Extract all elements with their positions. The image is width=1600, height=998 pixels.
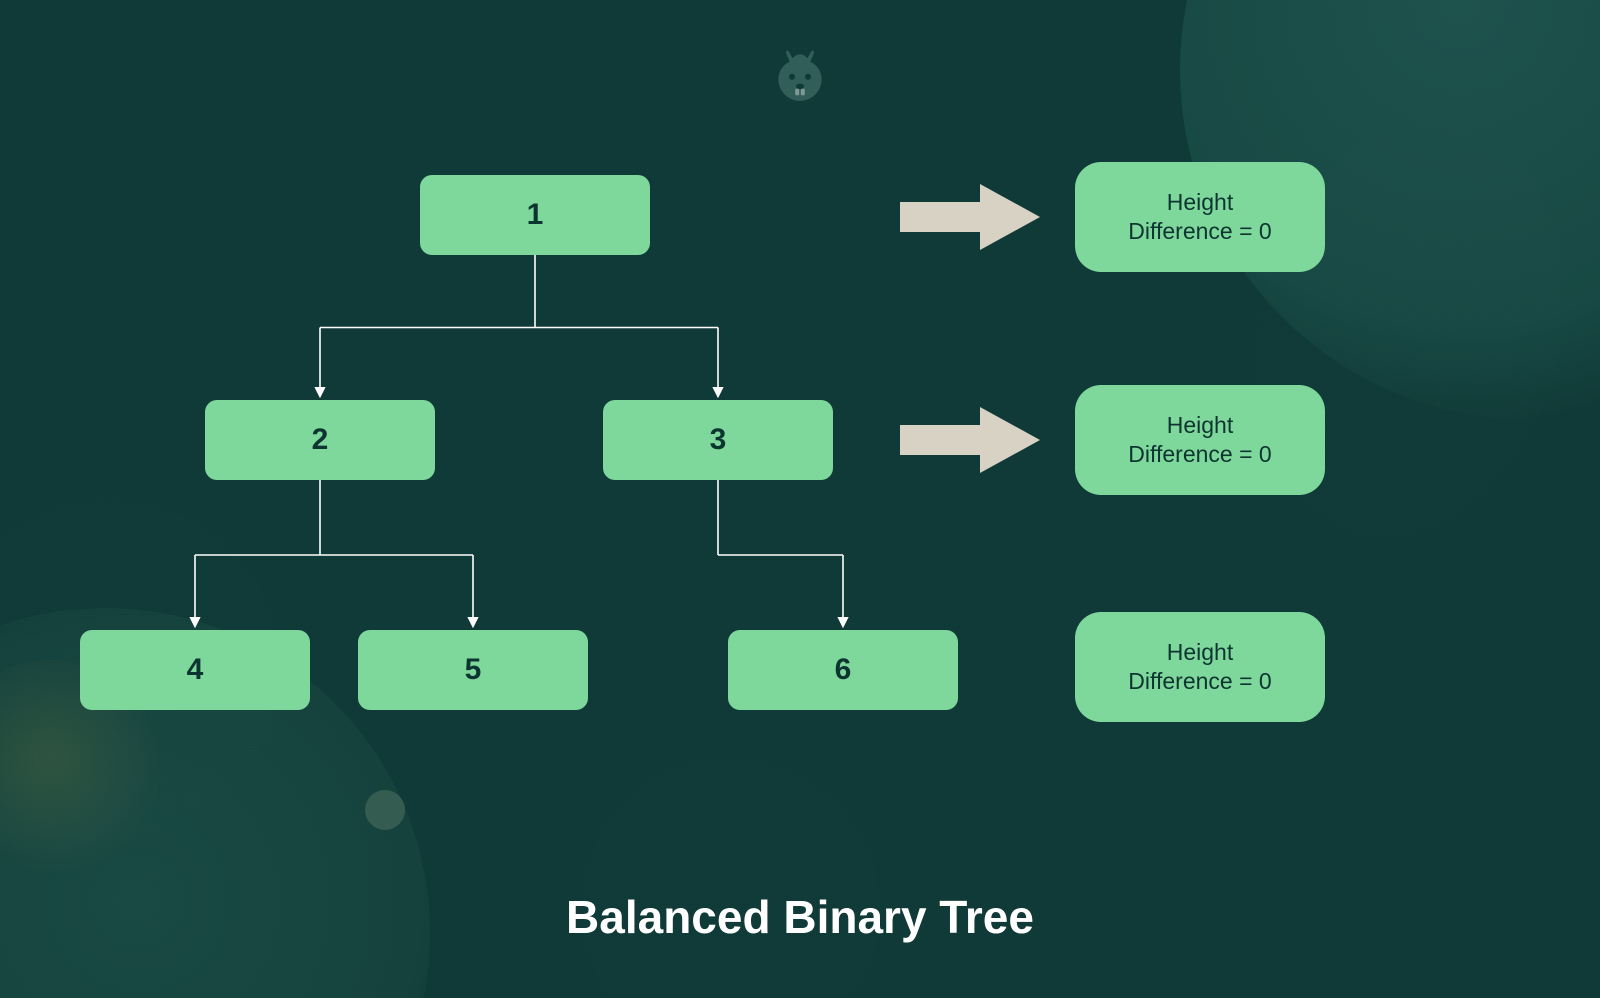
tree-node-3: 3	[603, 400, 833, 480]
tree-node-5: 5	[358, 630, 588, 710]
tree-node-label: 6	[835, 653, 852, 687]
height-diff-value: Difference = 0	[1128, 440, 1271, 469]
diagram-canvas: Balanced Binary Tree 123456HeightDiffere…	[0, 0, 1600, 998]
tree-node-label: 3	[710, 423, 727, 457]
height-diff-label: Height	[1167, 638, 1233, 667]
tree-node-1: 1	[420, 175, 650, 255]
tree-node-label: 2	[312, 423, 329, 457]
tree-node-label: 5	[465, 653, 482, 687]
tree-node-4: 4	[80, 630, 310, 710]
height-diff-value: Difference = 0	[1128, 667, 1271, 696]
height-diff-box: HeightDifference = 0	[1075, 612, 1325, 722]
arrow-right-icon	[900, 405, 1040, 475]
tree-node-label: 4	[187, 653, 204, 687]
diagram-title: Balanced Binary Tree	[0, 890, 1600, 944]
height-diff-label: Height	[1167, 411, 1233, 440]
height-diff-box: HeightDifference = 0	[1075, 162, 1325, 272]
tree-edges	[0, 0, 1600, 998]
height-diff-box: HeightDifference = 0	[1075, 385, 1325, 495]
arrow-right-icon	[900, 182, 1040, 252]
tree-node-label: 1	[527, 198, 544, 232]
height-diff-label: Height	[1167, 188, 1233, 217]
height-diff-value: Difference = 0	[1128, 217, 1271, 246]
tree-node-2: 2	[205, 400, 435, 480]
tree-node-6: 6	[728, 630, 958, 710]
